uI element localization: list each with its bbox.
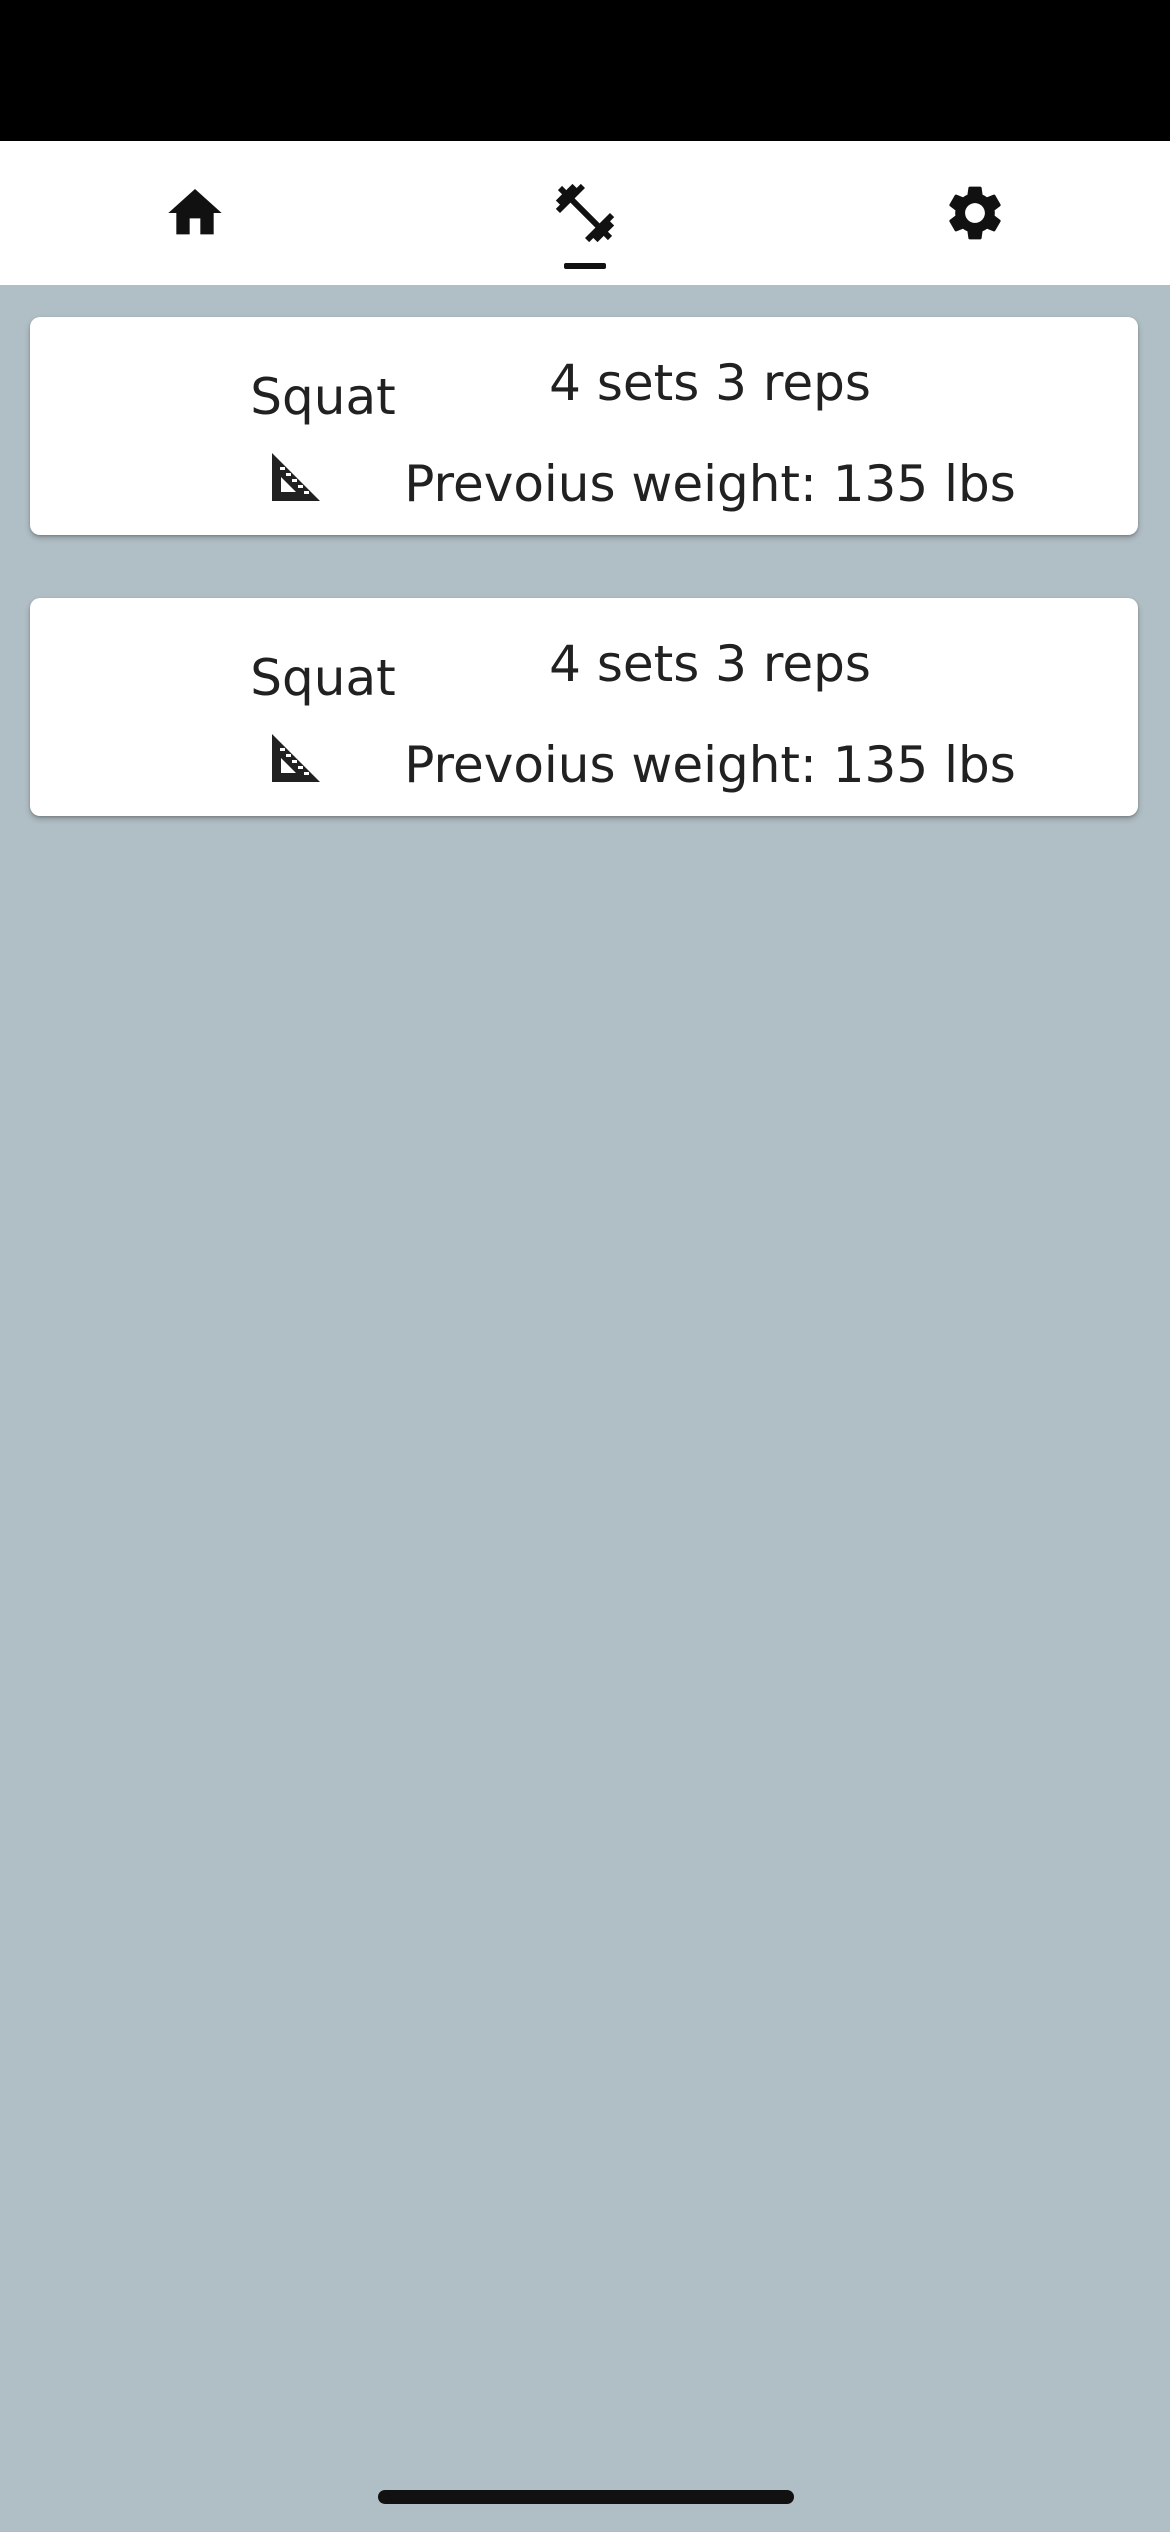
exercise-card[interactable]: Squat 4 sets 3 reps Prevoius weight: 135… <box>30 598 1138 816</box>
status-bar <box>0 0 1170 141</box>
top-navigation-bar <box>0 141 1170 285</box>
set-square-ruler-icon <box>268 449 324 505</box>
gear-icon <box>942 180 1008 246</box>
home-indicator[interactable] <box>378 2490 794 2504</box>
sets-reps-label: 4 sets 3 reps <box>549 354 871 412</box>
active-tab-indicator <box>564 263 606 269</box>
previous-weight-label: Prevoius weight: 135 lbs <box>404 455 1016 513</box>
dumbbell-icon <box>550 178 620 248</box>
set-square-ruler-icon <box>268 730 324 786</box>
tab-home[interactable] <box>0 141 390 285</box>
tab-settings[interactable] <box>780 141 1170 285</box>
previous-weight-label: Prevoius weight: 135 lbs <box>404 736 1016 794</box>
exercise-card[interactable]: Squat 4 sets 3 reps Prevoius weight: 135… <box>30 317 1138 535</box>
sets-reps-label: 4 sets 3 reps <box>549 635 871 693</box>
home-icon <box>163 181 227 245</box>
